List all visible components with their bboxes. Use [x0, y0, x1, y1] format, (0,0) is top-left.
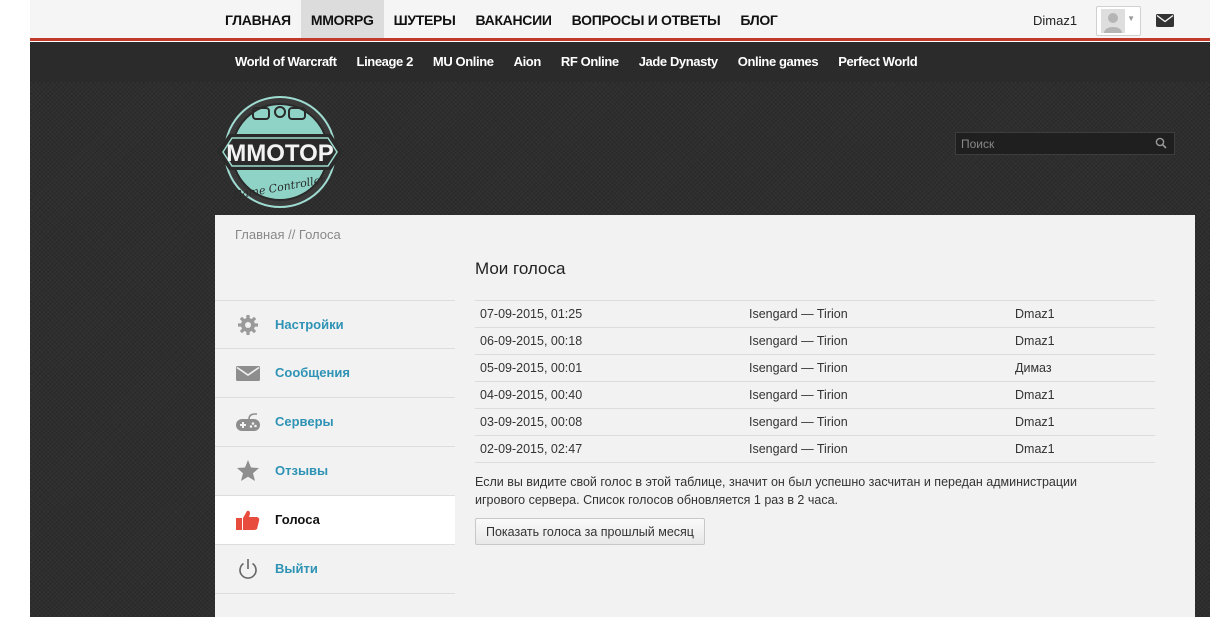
power-icon	[239, 559, 257, 579]
user-silhouette-icon	[1101, 9, 1125, 33]
nav-mmorpg[interactable]: MMORPG	[300, 0, 384, 38]
user-name[interactable]: Dimaz1	[1033, 13, 1077, 28]
envelope-icon	[236, 366, 260, 381]
page-title: Мои голоса	[475, 259, 566, 278]
votes-table: 07-09-2015, 01:25 Isengard — Tirion Dmaz…	[475, 300, 1155, 463]
sidebar-item-label: Серверы	[275, 414, 334, 429]
nav-vacancies[interactable]: ВАКАНСИИ	[466, 0, 562, 38]
game-link-wow[interactable]: World of Warcraft	[225, 42, 347, 82]
vote-date: 06-09-2015, 00:18	[475, 327, 744, 355]
games-navbar: World of Warcraft Lineage 2 MU Online Ai…	[30, 42, 1210, 82]
sidebar-item-settings[interactable]: Настройки	[215, 300, 455, 349]
vote-nick: Dmaz1	[1010, 408, 1155, 436]
vote-date: 04-09-2015, 00:40	[475, 381, 744, 409]
vote-server: Isengard — Tirion	[744, 435, 1010, 463]
game-link-mu-online[interactable]: MU Online	[423, 42, 504, 82]
vote-date: 03-09-2015, 00:08	[475, 408, 744, 436]
sidebar-item-label: Отзывы	[275, 463, 329, 478]
vote-server: Isengard — Tirion	[744, 408, 1010, 436]
vote-server: Isengard — Tirion	[744, 327, 1010, 355]
vote-date: 07-09-2015, 01:25	[475, 300, 744, 328]
vote-server: Isengard — Tirion	[744, 354, 1010, 382]
thumbs-up-icon	[236, 510, 260, 530]
search-box	[955, 132, 1175, 155]
nav-faq[interactable]: ВОПРОСЫ И ОТВЕТЫ	[562, 0, 731, 38]
table-row: 07-09-2015, 01:25 Isengard — Tirion Dmaz…	[475, 300, 1155, 328]
table-row: 03-09-2015, 00:08 Isengard — Tirion Dmaz…	[475, 408, 1155, 436]
vote-server: Isengard — Tirion	[744, 300, 1010, 328]
mail-icon[interactable]	[1156, 14, 1174, 27]
profile-sidebar: Настройки Сообщения Серверы Отзывы Голос…	[215, 300, 455, 594]
vote-nick: Dmaz1	[1010, 381, 1155, 409]
gear-icon	[238, 315, 258, 335]
vote-date: 05-09-2015, 00:01	[475, 354, 744, 382]
games-nav: World of Warcraft Lineage 2 MU Online Ai…	[225, 42, 927, 82]
table-row: 04-09-2015, 00:40 Isengard — Tirion Dmaz…	[475, 381, 1155, 409]
vote-date: 02-09-2015, 02:47	[475, 435, 744, 463]
game-link-lineage2[interactable]: Lineage 2	[347, 42, 423, 82]
gamepad-icon	[236, 413, 260, 431]
content-panel: Главная // Голоса Мои голоса Настройки С…	[215, 215, 1195, 617]
user-menu-button[interactable]: ▼	[1096, 6, 1141, 36]
nav-home[interactable]: ГЛАВНАЯ	[215, 0, 301, 38]
star-icon	[237, 460, 259, 481]
show-last-month-button[interactable]: Показать голоса за прошлый месяц	[475, 518, 705, 545]
main-nav: ГЛАВНАЯ MMORPG ШУТЕРЫ ВАКАНСИИ ВОПРОСЫ И…	[215, 0, 788, 38]
game-link-rf-online[interactable]: RF Online	[551, 42, 629, 82]
vote-nick: Dmaz1	[1010, 300, 1155, 328]
sidebar-item-messages[interactable]: Сообщения	[215, 349, 455, 398]
sidebar-item-reviews[interactable]: Отзывы	[215, 447, 455, 496]
table-row: 02-09-2015, 02:47 Isengard — Tirion Dmaz…	[475, 435, 1155, 463]
game-link-jade-dynasty[interactable]: Jade Dynasty	[629, 42, 728, 82]
breadcrumb[interactable]: Главная // Голоса	[235, 227, 341, 242]
site-logo[interactable]: MMOTOP Game Controller	[215, 95, 345, 210]
search-icon[interactable]	[1155, 137, 1167, 149]
sidebar-item-label: Сообщения	[275, 365, 350, 380]
sidebar-item-votes[interactable]: Голоса	[215, 496, 455, 545]
game-link-aion[interactable]: Aion	[504, 42, 551, 82]
vote-nick: Dmaz1	[1010, 327, 1155, 355]
vote-nick: Димаз	[1010, 354, 1155, 382]
game-link-perfect-world[interactable]: Perfect World	[828, 42, 927, 82]
vote-nick: Dmaz1	[1010, 435, 1155, 463]
logo-text: MMOTOP	[226, 140, 334, 167]
sidebar-item-label: Настройки	[275, 317, 344, 332]
sidebar-item-label: Голоса	[275, 512, 320, 527]
table-row: 05-09-2015, 00:01 Isengard — Tirion Дима…	[475, 354, 1155, 382]
search-input[interactable]	[956, 133, 1146, 154]
sidebar-item-servers[interactable]: Серверы	[215, 398, 455, 447]
avatar	[1101, 9, 1125, 33]
game-link-online-games[interactable]: Online games	[728, 42, 828, 82]
sidebar-item-label: Выйти	[275, 561, 318, 576]
nav-shooters[interactable]: ШУТЕРЫ	[384, 0, 466, 38]
sidebar-item-logout[interactable]: Выйти	[215, 545, 455, 594]
nav-blog[interactable]: БЛОГ	[730, 0, 787, 38]
vote-server: Isengard — Tirion	[744, 381, 1010, 409]
votes-note: Если вы видите свой голос в этой таблице…	[475, 475, 1077, 507]
top-navbar: ГЛАВНАЯ MMORPG ШУТЕРЫ ВАКАНСИИ ВОПРОСЫ И…	[30, 0, 1210, 41]
chevron-down-icon: ▼	[1127, 14, 1135, 23]
table-row: 06-09-2015, 00:18 Isengard — Tirion Dmaz…	[475, 327, 1155, 355]
